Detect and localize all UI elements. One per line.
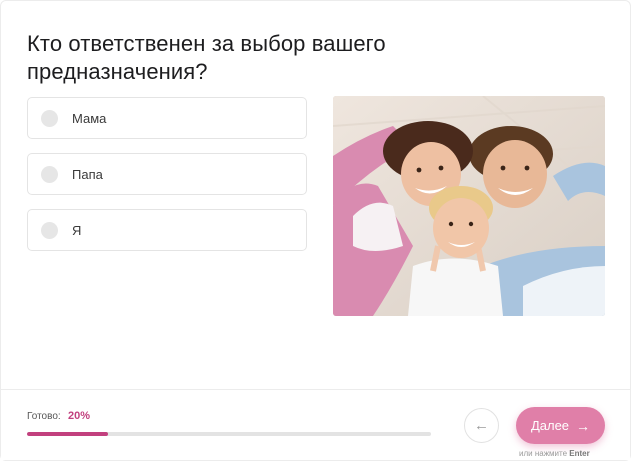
option-label: Папа	[72, 166, 103, 182]
back-button[interactable]: ←	[464, 408, 499, 443]
family-photo	[333, 96, 605, 316]
radio-circle[interactable]	[41, 109, 58, 127]
radio-circle[interactable]	[41, 221, 58, 239]
question-title: Кто ответственен за выбор вашего предназ…	[27, 31, 386, 84]
next-button[interactable]: Далее →	[516, 407, 605, 444]
progress-bar	[27, 432, 431, 436]
answer-options: Мама Папа Я	[27, 97, 307, 265]
next-button-label: Далее	[530, 418, 570, 433]
radio-circle[interactable]	[41, 165, 58, 183]
option-label: Мама	[72, 110, 107, 126]
enter-hint: или нажмите Enter	[519, 449, 590, 458]
option-papa[interactable]: Папа	[27, 153, 307, 195]
hint-key: Enter	[569, 449, 590, 458]
arrow-right-icon: →	[576, 417, 591, 434]
option-label: Я	[72, 222, 82, 238]
hint-prefix: или нажмите	[519, 449, 568, 458]
arrow-left-icon: ←	[474, 417, 489, 434]
family-photo-illustration	[333, 96, 605, 316]
option-mama[interactable]: Мама	[27, 97, 307, 139]
option-ya[interactable]: Я	[27, 209, 307, 251]
progress-label: Готово:	[27, 411, 61, 422]
progress-value: 20%	[68, 410, 91, 422]
progress-fill	[27, 432, 108, 436]
